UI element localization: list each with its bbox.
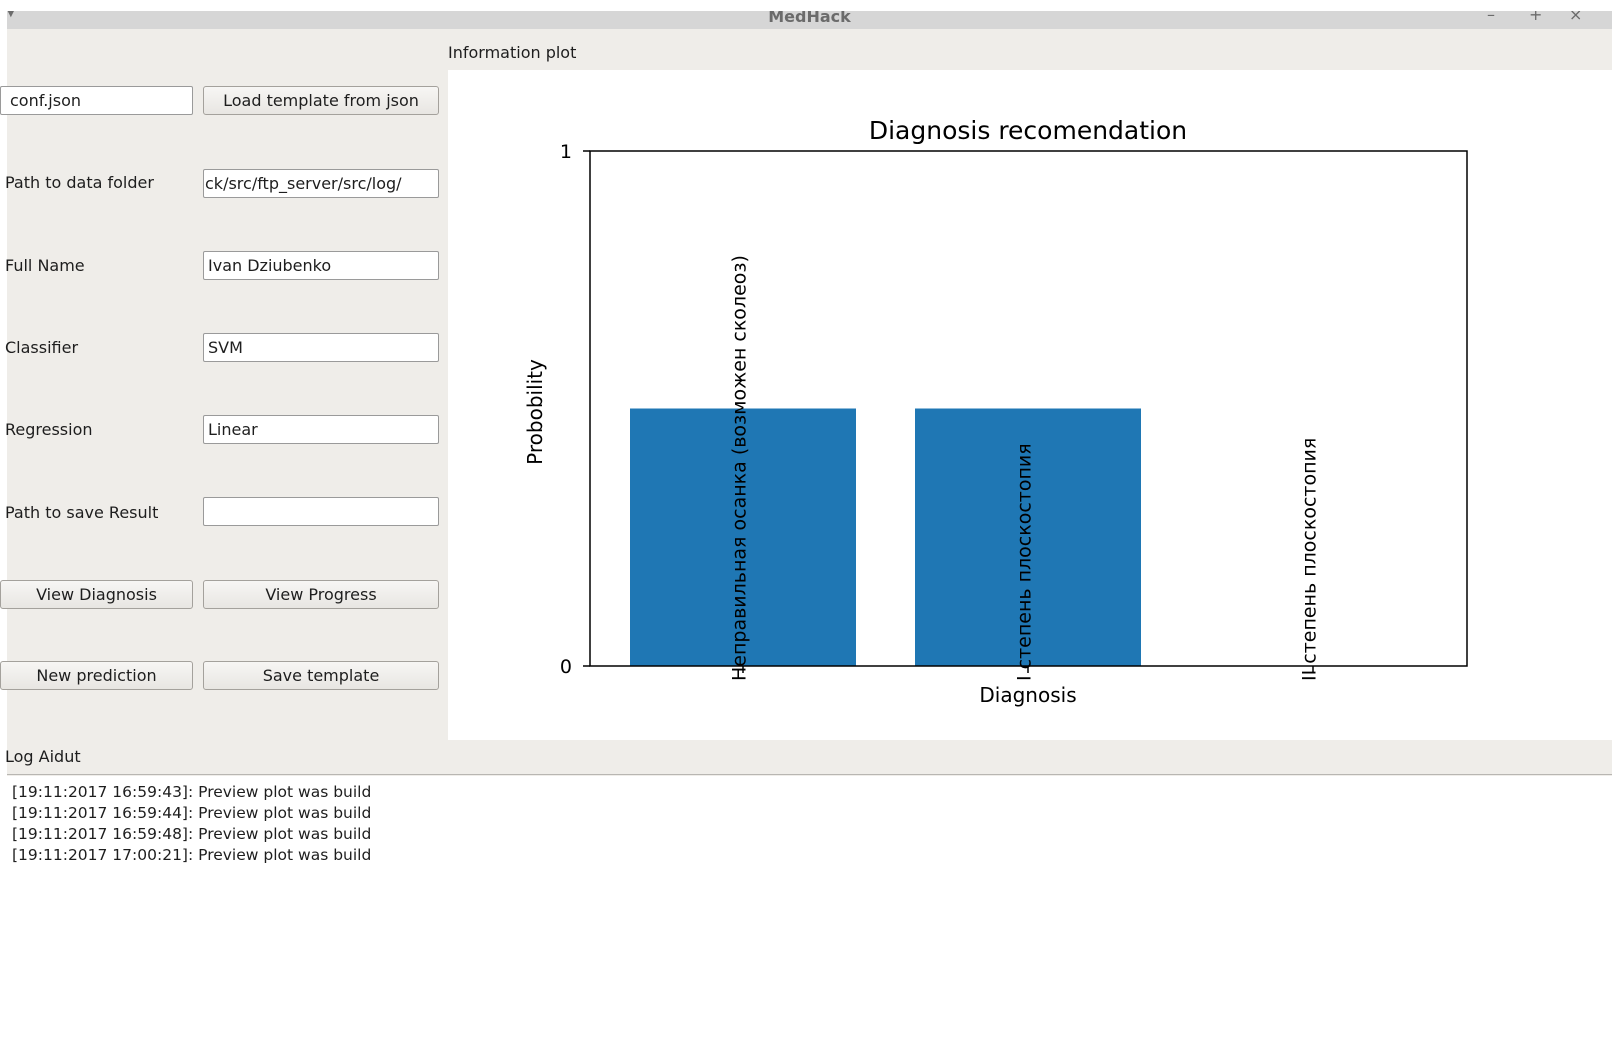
data-folder-label: Path to data folder	[5, 173, 154, 192]
x-tick-label-3: II степень плоскостопия	[1299, 438, 1321, 681]
window-titlebar: ▼ MedHack – + ×	[7, 11, 1612, 29]
full-name-label: Full Name	[5, 256, 85, 275]
log-line: [19:11:2017 16:59:44]: Preview plot was …	[12, 804, 372, 822]
window-title: MedHack	[768, 11, 851, 26]
log-line: [19:11:2017 16:59:43]: Preview plot was …	[12, 783, 372, 801]
log-divider	[7, 774, 1612, 775]
regression-label: Regression	[5, 420, 93, 439]
y-tick-label-max: 1	[560, 141, 572, 163]
minimize-icon[interactable]: –	[1487, 11, 1495, 24]
save-result-input[interactable]	[203, 497, 439, 526]
close-icon[interactable]: ×	[1569, 11, 1582, 24]
load-template-button[interactable]: Load template from json	[203, 86, 439, 115]
x-axis-label: Diagnosis	[979, 683, 1076, 707]
data-folder-input[interactable]: ck/src/ftp_server/src/log/	[203, 169, 439, 198]
log-label: Log Aidut	[5, 747, 81, 766]
chart-title: Diagnosis recomendation	[869, 116, 1187, 145]
classifier-input[interactable]: SVM	[203, 333, 439, 362]
new-prediction-button[interactable]: New prediction	[0, 661, 193, 690]
save-template-button[interactable]: Save template	[203, 661, 439, 690]
log-line: [19:11:2017 17:00:21]: Preview plot was …	[12, 846, 372, 864]
diagnosis-chart: Diagnosis recomendation Probobility Diag…	[523, 116, 1468, 707]
view-diagnosis-button[interactable]: View Diagnosis	[0, 580, 193, 609]
plot-panel-label: Information plot	[448, 43, 577, 62]
y-tick-label-min: 0	[560, 656, 572, 678]
save-result-label: Path to save Result	[5, 503, 159, 522]
view-progress-button[interactable]: View Progress	[203, 580, 439, 609]
classifier-label: Classifier	[5, 338, 79, 357]
x-tick-label-2: I степень плоскостопия	[1014, 443, 1036, 681]
x-tick-label-1: Неправильная осанка (возможен сколеоз)	[729, 255, 751, 681]
regression-input[interactable]: Linear	[203, 415, 439, 444]
maximize-icon[interactable]: +	[1529, 11, 1542, 24]
plot-canvas: Diagnosis recomendation Probobility Diag…	[448, 70, 1612, 740]
config-file-field[interactable]: conf.json	[0, 86, 193, 115]
full-name-input[interactable]: Ivan Dziubenko	[203, 251, 439, 280]
y-axis-label: Probobility	[523, 359, 547, 465]
log-line: [19:11:2017 16:59:48]: Preview plot was …	[12, 825, 372, 843]
